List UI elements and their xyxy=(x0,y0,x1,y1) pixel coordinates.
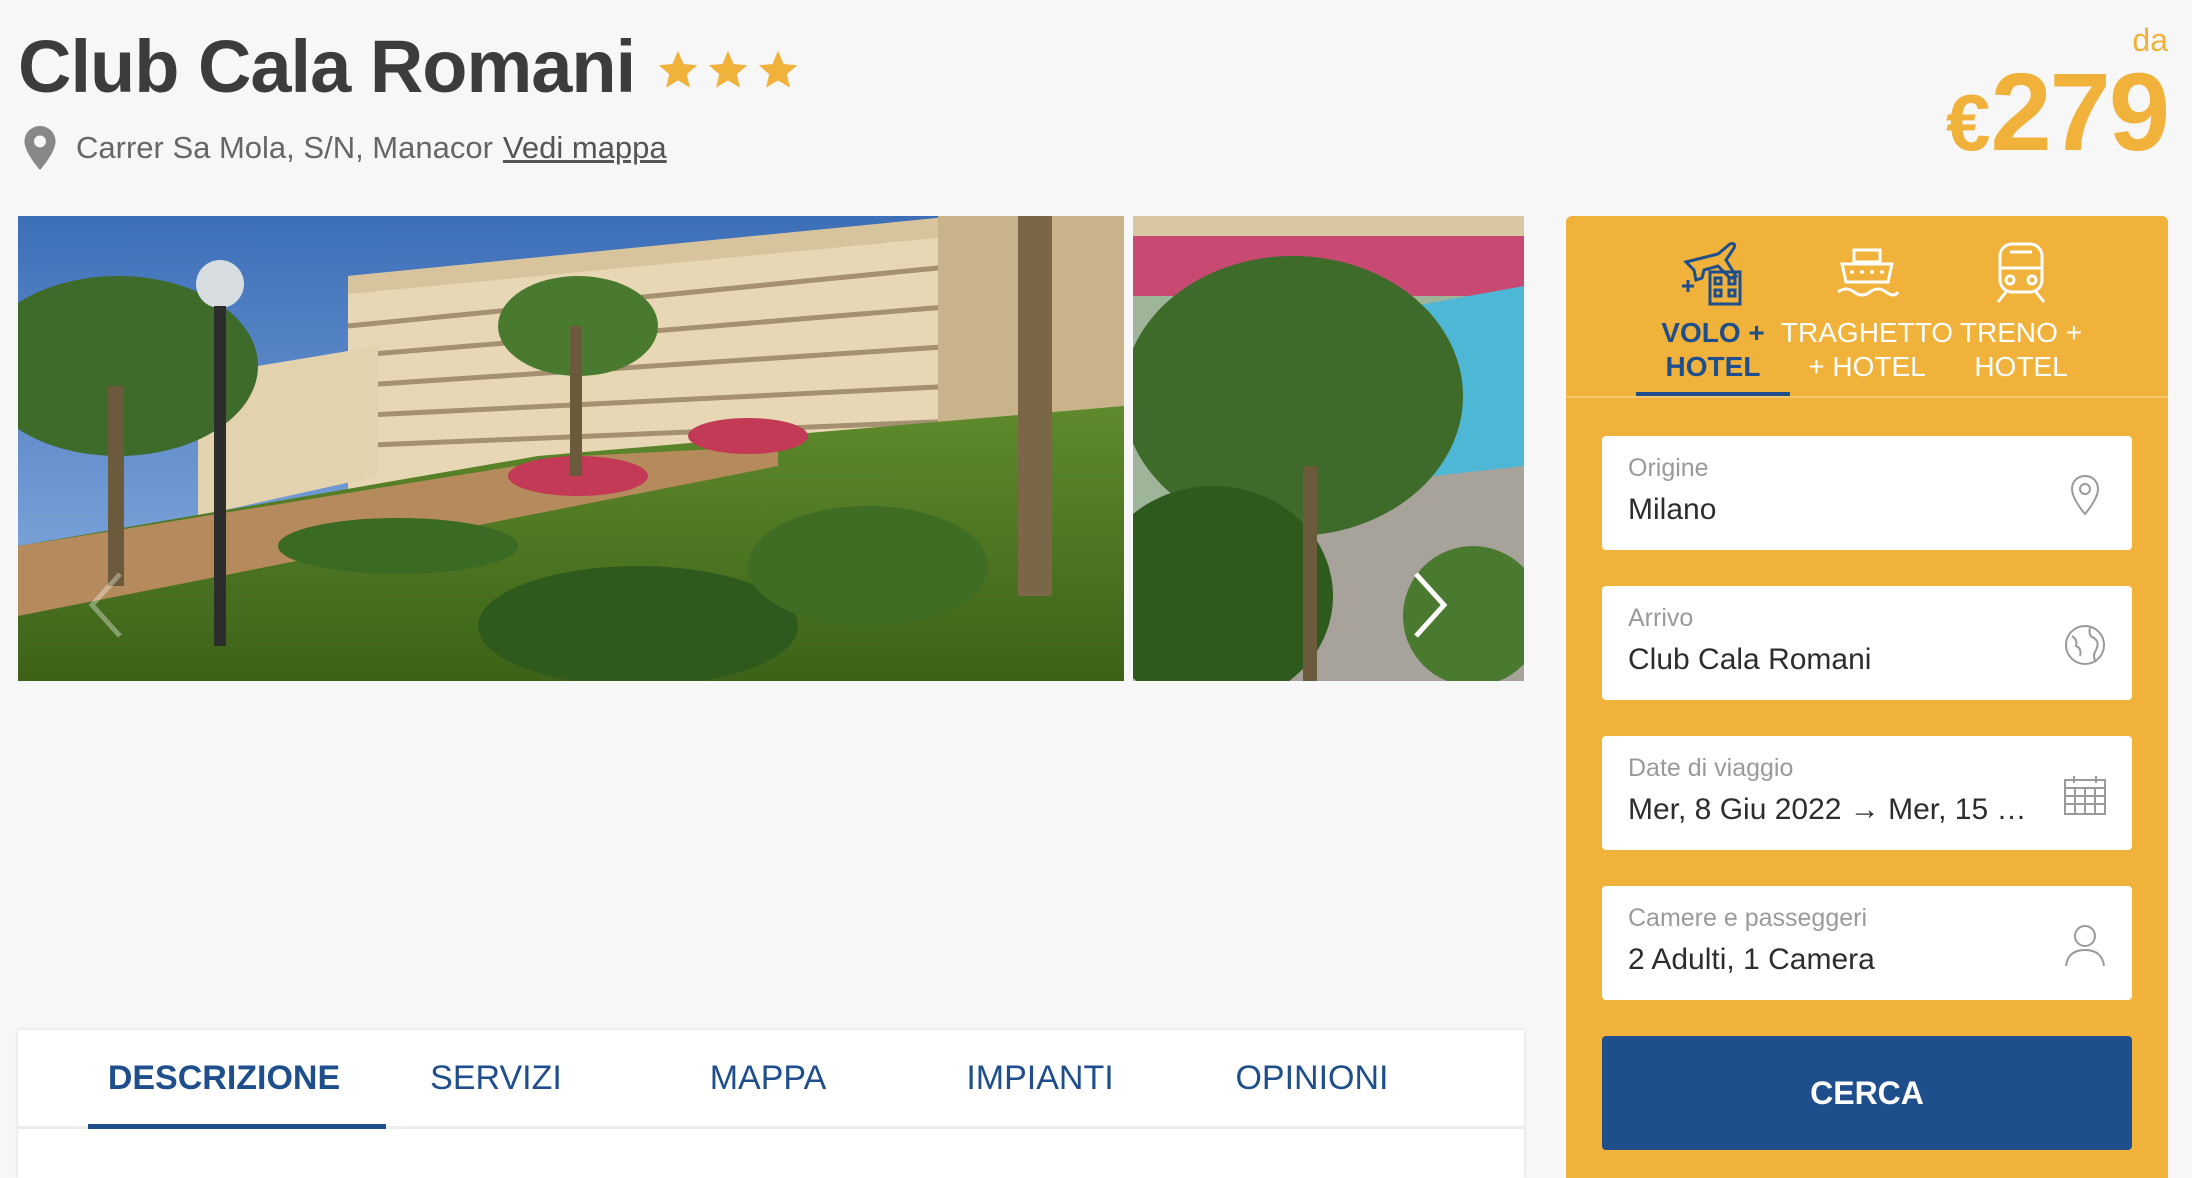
star-icon xyxy=(659,50,698,88)
hotel-address: Carrer Sa Mola, S/N, Manacor Vedi mappa xyxy=(24,126,667,170)
plane-hotel-icon xyxy=(1682,242,1742,306)
mode-flight-hotel[interactable]: VOLO + HOTEL xyxy=(1636,240,1790,396)
travel-dates-field[interactable]: Date di viaggio Mer, 8 Giu 2022 → Mer, 1… xyxy=(1602,736,2132,850)
star-icon xyxy=(709,50,748,88)
mode-label: VOLO + HOTEL xyxy=(1661,317,1765,382)
travel-mode-selector: VOLO + HOTEL TRAGHETTO + HOTEL TRENO + H… xyxy=(1566,216,2168,398)
origin-label: Origine xyxy=(1628,454,1709,482)
price-currency: € xyxy=(1945,78,1990,167)
info-tabs: DESCRIZIONE SERVIZI MAPPA IMPIANTI OPINI… xyxy=(18,1030,1524,1129)
rooms-value: 2 Adulti, 1 Camera xyxy=(1628,943,1875,976)
person-icon xyxy=(2065,925,2105,967)
mode-label: TRAGHETTO + HOTEL xyxy=(1780,317,1954,382)
gallery-photo-hotel[interactable] xyxy=(18,216,1124,681)
gallery-next-arrow-icon[interactable] xyxy=(1410,570,1450,640)
globe-icon xyxy=(2065,625,2105,665)
location-pin-icon xyxy=(24,126,56,170)
star-rating xyxy=(655,47,801,93)
mode-label: TRENO + HOTEL xyxy=(1959,317,2083,382)
tab-opinioni[interactable]: OPINIONI xyxy=(1176,1030,1448,1126)
arrival-label: Arrivo xyxy=(1628,604,1694,632)
origin-field[interactable]: Origine Milano xyxy=(1602,436,2132,550)
rooms-passengers-field[interactable]: Camere e passeggeri 2 Adulti, 1 Camera xyxy=(1602,886,2132,1000)
tab-impianti[interactable]: IMPIANTI xyxy=(904,1030,1176,1126)
search-button[interactable]: CERCA xyxy=(1602,1036,2132,1150)
booking-widget: VOLO + HOTEL TRAGHETTO + HOTEL TRENO + H… xyxy=(1566,216,2168,1178)
star-icon xyxy=(759,50,798,88)
mode-train-hotel[interactable]: TRENO + HOTEL xyxy=(1944,240,2098,396)
price-amount: 279 xyxy=(1990,51,2170,174)
view-map-link[interactable]: Vedi mappa xyxy=(503,130,667,166)
tab-descrizione[interactable]: DESCRIZIONE xyxy=(88,1030,386,1129)
price: €279 xyxy=(1945,50,2170,186)
info-tabs-panel: DESCRIZIONE SERVIZI MAPPA IMPIANTI OPINI… xyxy=(18,1030,1524,1178)
calendar-icon xyxy=(2064,776,2106,815)
hotel-page: Club Cala Romani Carrer Sa Mola, S/N, Ma… xyxy=(0,0,2192,1178)
arrival-value: Club Cala Romani xyxy=(1628,643,1872,676)
rooms-label: Camere e passeggeri xyxy=(1628,904,1868,932)
dates-value: Mer, 8 Giu 2022 → Mer, 15 Giu 2022 xyxy=(1628,793,2048,826)
tab-mappa[interactable]: MAPPA xyxy=(632,1030,904,1126)
train-icon xyxy=(1996,242,2046,303)
dates-label: Date di viaggio xyxy=(1628,754,1794,782)
tab-servizi[interactable]: SERVIZI xyxy=(360,1030,632,1126)
photo-gallery xyxy=(18,216,1524,681)
gallery-photo-pool[interactable] xyxy=(1133,216,1524,681)
mode-ferry-hotel[interactable]: TRAGHETTO + HOTEL xyxy=(1781,240,1953,396)
hotel-header: Club Cala Romani xyxy=(18,22,801,112)
ferry-icon xyxy=(1837,248,1900,297)
hotel-name: Club Cala Romani xyxy=(18,25,636,108)
location-pin-icon xyxy=(2070,474,2100,516)
origin-value: Milano xyxy=(1628,493,1717,526)
address-text: Carrer Sa Mola, S/N, Manacor xyxy=(76,130,493,165)
gallery-prev-arrow-icon[interactable] xyxy=(86,570,126,640)
arrival-field[interactable]: Arrivo Club Cala Romani xyxy=(1602,586,2132,700)
